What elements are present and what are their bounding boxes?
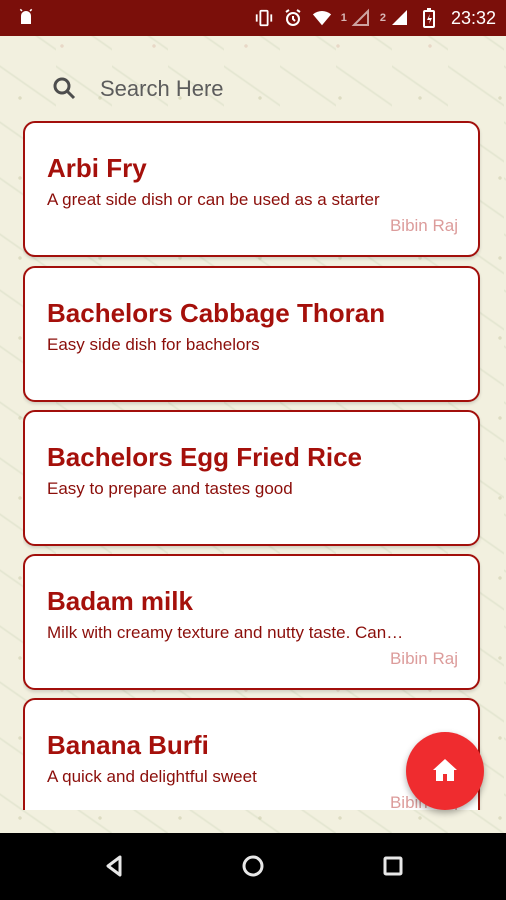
search-bar[interactable]	[50, 68, 430, 110]
recipe-card-arbi-fry[interactable]: Arbi Fry A great side dish or can be use…	[23, 121, 480, 257]
recipe-card-badam-milk[interactable]: Badam milk Milk with creamy texture and …	[23, 554, 480, 690]
recipe-title: Arbi Fry	[47, 153, 147, 183]
recipe-description: Easy to prepare and tastes good	[47, 479, 293, 498]
search-icon	[50, 74, 80, 104]
search-input[interactable]	[100, 74, 380, 104]
recipe-card-bachelors-egg-fried-rice[interactable]: Bachelors Egg Fried Rice Easy to prepare…	[23, 410, 480, 546]
status-icons: 1 2 23:32	[254, 0, 496, 36]
recipe-title: Bachelors Cabbage Thoran	[47, 298, 386, 328]
recipe-description: Milk with creamy texture and nutty taste…	[47, 623, 404, 642]
sim-one-label: 1	[340, 12, 347, 24]
recipe-title: Badam milk	[47, 586, 193, 616]
recipe-author: Bibin Raj	[389, 649, 458, 668]
recipe-description: Easy side dish for bachelors	[47, 335, 260, 354]
sim-two-label: 2	[379, 12, 386, 24]
status-bar: 1 2 23:32	[0, 0, 506, 36]
recipe-title: Bachelors Egg Fried Rice	[47, 442, 362, 472]
android-home-button[interactable]	[235, 849, 271, 885]
home-circle-icon	[238, 851, 268, 884]
recipe-title: Banana Burfi	[47, 730, 209, 760]
vibrate-icon	[254, 8, 274, 28]
android-icon	[16, 8, 36, 28]
recent-apps-button[interactable]	[375, 849, 411, 885]
home-button[interactable]	[406, 732, 484, 810]
recipe-list-screen: 1 2 23:32 Search Here Arbi Fry A great s…	[0, 0, 506, 900]
recent-apps-icon	[378, 851, 408, 884]
wifi-icon	[312, 8, 332, 28]
sim-signal-icon	[351, 8, 371, 28]
system-navigation-bar	[0, 833, 506, 900]
recipe-description: A great side dish or can be used as a st…	[47, 190, 380, 209]
recipe-description: A quick and delightful sweet	[47, 767, 257, 786]
alarm-icon	[283, 8, 303, 28]
back-button[interactable]	[96, 849, 132, 885]
home-icon	[429, 754, 461, 789]
recipe-author: Bibin Raj	[389, 216, 458, 235]
back-icon	[99, 851, 129, 884]
recipe-list[interactable]: Arbi Fry A great side dish or can be use…	[23, 121, 484, 810]
recipe-card-bachelors-cabbage-thoran[interactable]: Bachelors Cabbage Thoran Easy side dish …	[23, 266, 480, 402]
battery-icon	[419, 8, 439, 28]
signal-icon	[390, 8, 410, 28]
status-time: 23:32	[450, 7, 496, 28]
